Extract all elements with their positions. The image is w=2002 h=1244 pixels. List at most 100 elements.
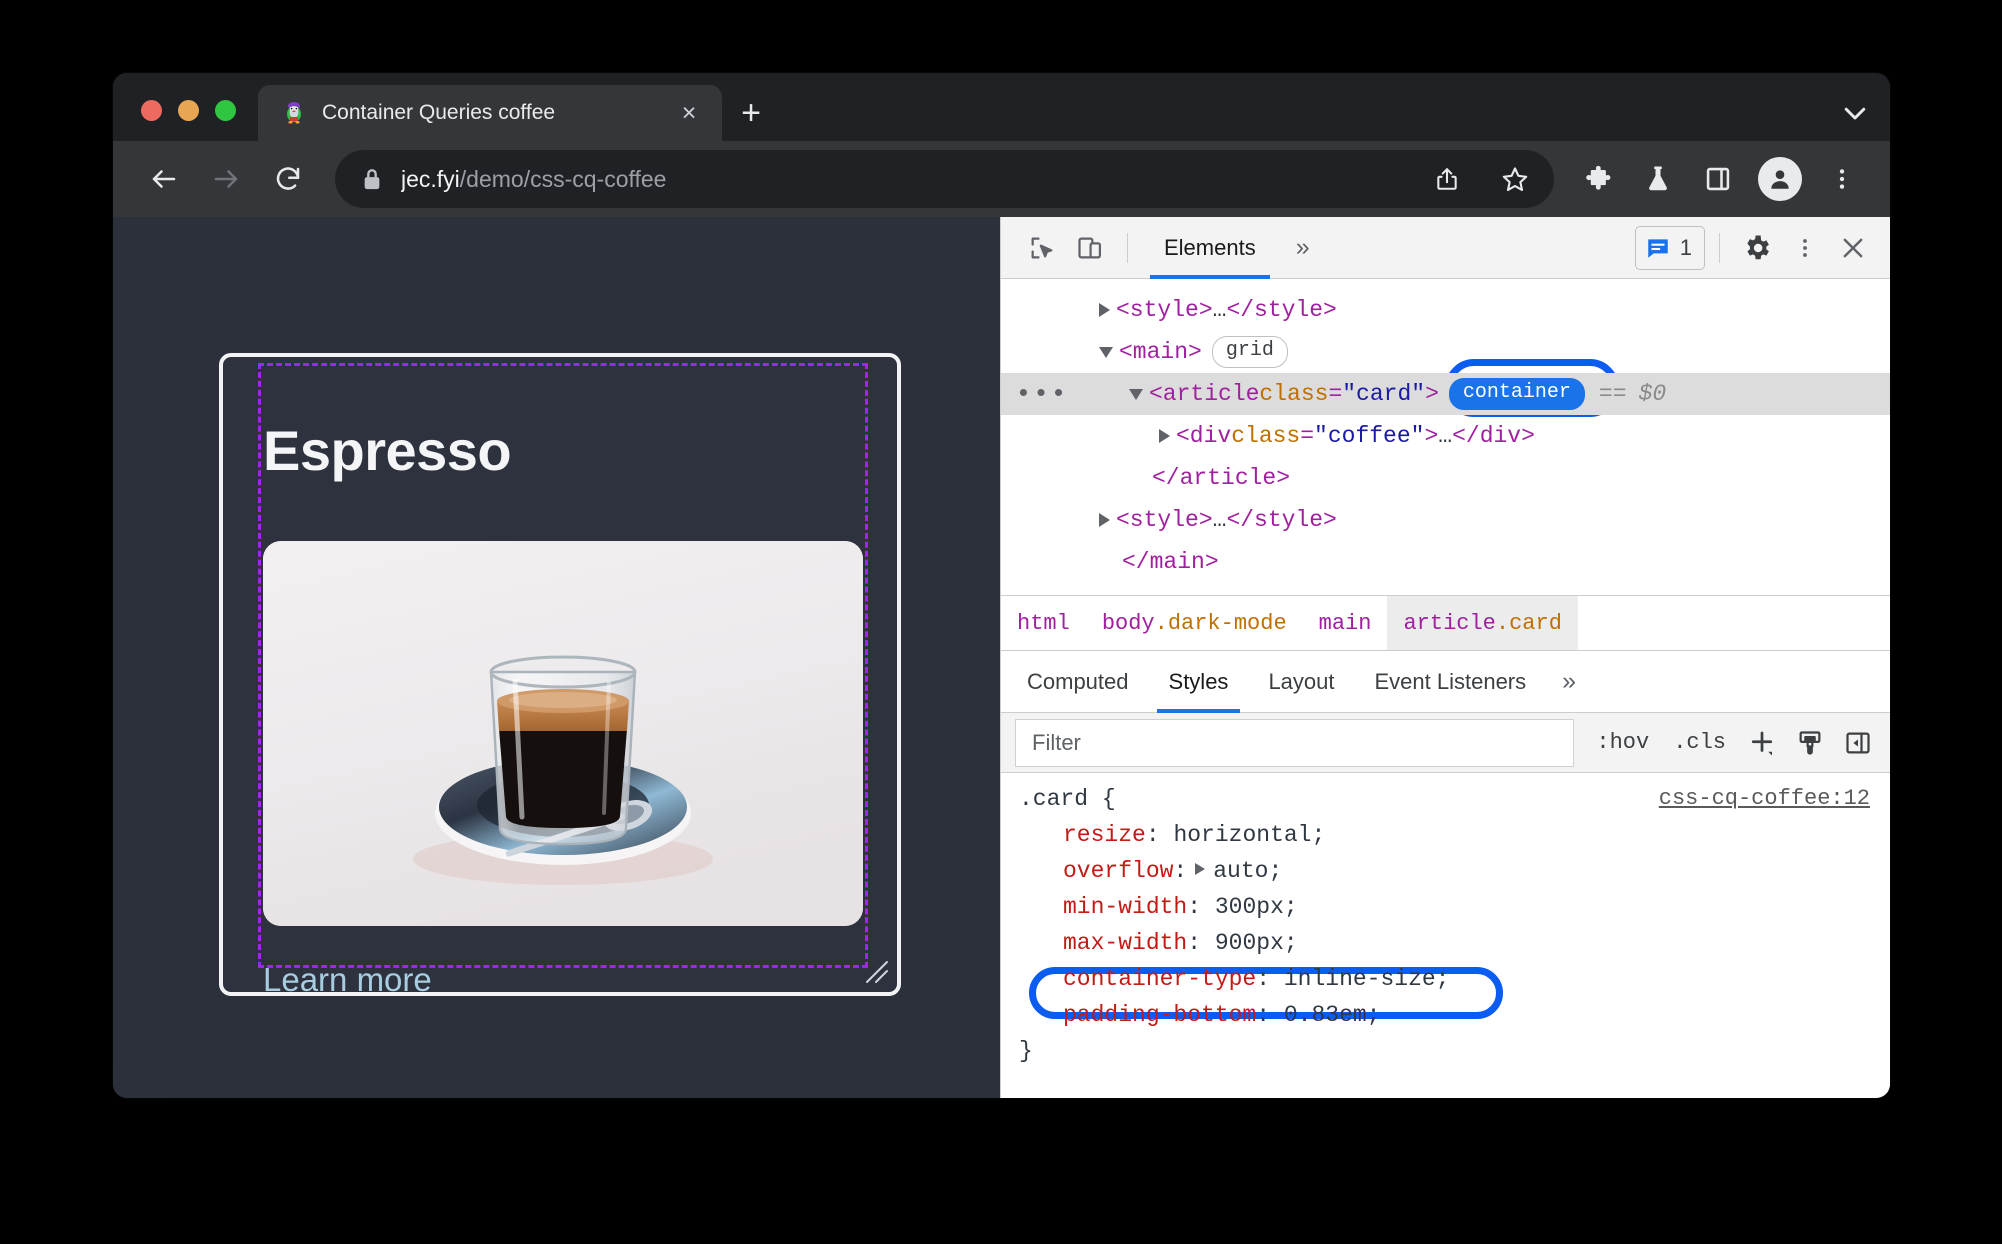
css-property-name[interactable]: padding-bottom <box>1019 997 1256 1033</box>
breadcrumb[interactable]: html body .dark-mode main article .card <box>1001 595 1890 651</box>
dom-tree[interactable]: •••<style>…</style> ••• <main> grid ••• <arti… <box>1001 279 1890 595</box>
chevron-down-icon[interactable] <box>1820 85 1890 141</box>
collapse-triangle-icon[interactable] <box>1099 346 1113 358</box>
maximize-window-button[interactable] <box>215 100 236 121</box>
dom-node-row[interactable]: •••<main>grid <box>1001 331 1890 373</box>
resize-handle[interactable] <box>863 958 889 984</box>
learn-more-link[interactable]: Learn more <box>263 961 432 992</box>
panel-overflow-button[interactable]: » <box>1280 217 1326 279</box>
styles-sidebar-tabs[interactable]: Computed Styles Layout Event Listeners» <box>1001 651 1890 713</box>
penguin-favicon <box>282 101 306 125</box>
css-property-value[interactable]: 900px; <box>1215 925 1298 961</box>
css-property-value[interactable]: 0.83em; <box>1284 997 1381 1033</box>
device-toolbar-icon[interactable] <box>1067 225 1113 271</box>
three-dot-menu-icon[interactable] <box>1782 225 1828 271</box>
tab-elements[interactable]: Elements <box>1142 217 1278 279</box>
dom-node-row[interactable]: •••</article> <box>1001 457 1890 499</box>
dom-token: class <box>1231 423 1301 449</box>
node-context-menu-icon[interactable]: ••• <box>1015 381 1069 407</box>
dom-node-row[interactable]: •••</main> <box>1001 541 1890 583</box>
gear-icon[interactable] <box>1734 225 1780 271</box>
plus-icon[interactable] <box>1740 721 1784 765</box>
grid-badge[interactable]: grid <box>1211 336 1288 368</box>
css-property-value[interactable]: inline-size; <box>1284 961 1450 997</box>
coffee-card[interactable]: Espresso Learn more <box>219 353 901 996</box>
cls-toggle-button[interactable]: .cls <box>1663 730 1736 755</box>
css-colon: : <box>1256 1002 1271 1028</box>
expand-triangle-icon[interactable] <box>1195 863 1206 875</box>
close-tab-icon[interactable]: × <box>672 96 706 130</box>
expand-triangle-icon[interactable] <box>1099 303 1110 317</box>
expand-triangle-icon[interactable] <box>1159 429 1170 443</box>
back-arrow-icon[interactable] <box>135 150 193 208</box>
css-property-name[interactable]: container-type <box>1019 961 1256 997</box>
breadcrumb-item-article[interactable]: article .card <box>1387 596 1578 650</box>
forward-arrow-icon[interactable] <box>197 150 255 208</box>
url-text[interactable]: jec.fyi/demo/css-cq-coffee <box>401 166 1404 193</box>
dom-node-row[interactable]: ••• <article class = "card" > container == $0 <box>1001 373 1890 415</box>
styles-pane[interactable]: .card {css-cq-coffee:12 resize: horizonta… <box>1001 773 1890 1098</box>
close-icon[interactable] <box>1830 225 1876 271</box>
inspect-element-icon[interactable] <box>1019 225 1065 271</box>
tab-styles[interactable]: Styles <box>1149 651 1249 713</box>
dom-token: <style> <box>1116 507 1213 533</box>
url-host: jec.fyi <box>401 165 460 192</box>
css-declaration[interactable]: container-type: inline-size; <box>1001 961 1890 997</box>
sidebar-overflow-button[interactable]: » <box>1546 651 1592 713</box>
dom-token: </div> <box>1452 423 1535 449</box>
lock-icon[interactable] <box>361 167 383 191</box>
css-space <box>1201 889 1215 925</box>
page-title: Espresso <box>263 419 512 482</box>
tab-computed[interactable]: Computed <box>1007 651 1149 713</box>
css-selector[interactable]: .card { <box>1019 781 1116 817</box>
css-declaration[interactable]: resize: horizontal; <box>1001 817 1890 853</box>
css-space <box>1270 961 1284 997</box>
dom-node-row[interactable]: •••<style>…</style> <box>1001 499 1890 541</box>
css-property-name[interactable]: max-width <box>1019 925 1187 961</box>
star-icon[interactable] <box>1490 154 1540 204</box>
dom-node-row[interactable]: •••<div class="coffee">…</div> <box>1001 415 1890 457</box>
css-declaration[interactable]: padding-bottom: 0.83em; <box>1001 997 1890 1033</box>
tab-layout[interactable]: Layout <box>1248 651 1354 713</box>
css-rule-selector-line[interactable]: .card { css-cq-coffee:12 <box>1001 781 1890 817</box>
css-property-name[interactable]: resize <box>1019 817 1146 853</box>
breadcrumb-item-main[interactable]: main <box>1303 596 1388 650</box>
css-property-value[interactable]: 300px; <box>1215 889 1298 925</box>
close-window-button[interactable] <box>141 100 162 121</box>
message-badge[interactable]: 1 <box>1634 225 1705 270</box>
message-badge-icon <box>1645 235 1671 261</box>
hov-toggle-button[interactable]: :hov <box>1586 730 1659 755</box>
tab-event-listeners[interactable]: Event Listeners <box>1355 651 1547 713</box>
side-panel-icon[interactable] <box>1690 151 1746 207</box>
css-colon: : <box>1187 894 1202 920</box>
reload-icon[interactable] <box>259 150 317 208</box>
css-declaration[interactable]: overflow: auto; <box>1001 853 1890 889</box>
share-icon[interactable] <box>1422 154 1472 204</box>
dom-token: </article> <box>1152 465 1291 491</box>
breadcrumb-item-body[interactable]: body .dark-mode <box>1086 596 1303 650</box>
css-source-link[interactable]: css-cq-coffee:12 <box>1659 781 1870 817</box>
css-declaration[interactable]: min-width: 300px; <box>1001 889 1890 925</box>
browser-tab-active[interactable]: Container Queries coffee × <box>258 85 722 141</box>
new-tab-button[interactable]: + <box>722 85 780 141</box>
breadcrumb-item-html[interactable]: html <box>1001 596 1086 650</box>
three-dot-menu-icon[interactable] <box>1814 151 1870 207</box>
css-property-value[interactable]: auto; <box>1213 853 1282 889</box>
flask-icon[interactable] <box>1630 151 1686 207</box>
toggle-sidebar-icon[interactable] <box>1836 721 1880 765</box>
container-badge[interactable]: container <box>1448 378 1585 410</box>
expand-triangle-icon[interactable] <box>1099 513 1110 527</box>
profile-avatar-icon[interactable] <box>1758 157 1802 201</box>
filter-input[interactable]: Filter <box>1015 718 1575 767</box>
css-property-value[interactable]: horizontal; <box>1173 817 1325 853</box>
collapse-triangle-icon[interactable] <box>1129 388 1143 400</box>
address-bar[interactable]: jec.fyi/demo/css-cq-coffee <box>335 150 1554 208</box>
dom-node-row[interactable]: •••<style>…</style> <box>1001 289 1890 331</box>
css-property-name[interactable]: min-width <box>1019 889 1187 925</box>
minimize-window-button[interactable] <box>178 100 199 121</box>
css-declaration[interactable]: max-width: 900px; <box>1001 925 1890 961</box>
puzzle-icon[interactable] <box>1570 151 1626 207</box>
paintbrush-icon[interactable] <box>1788 721 1832 765</box>
css-property-name[interactable]: overflow <box>1019 853 1173 889</box>
css-colon: : <box>1145 822 1160 848</box>
